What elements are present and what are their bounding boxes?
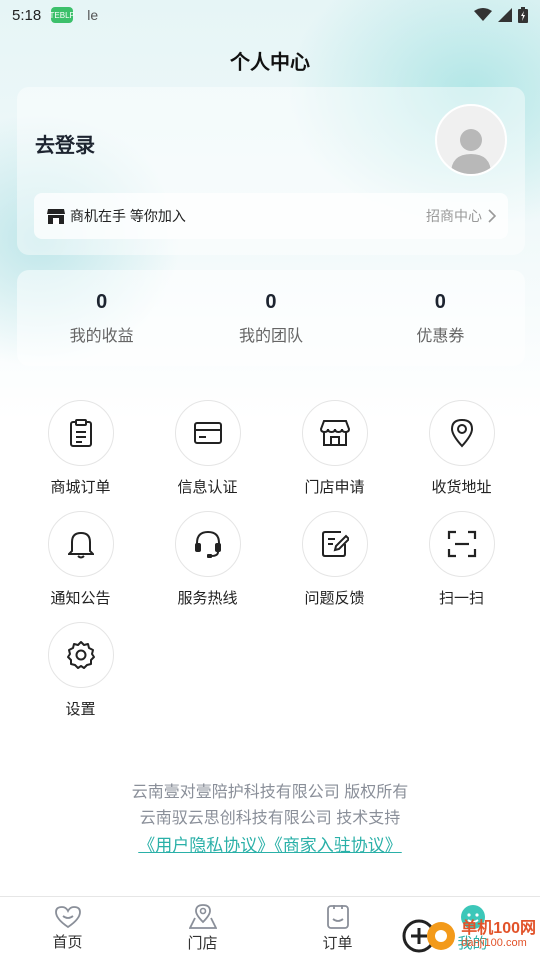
menu-label: 信息认证 [177,479,238,496]
stat-value: 0 [434,290,446,313]
agreement-links[interactable]: 《用户隐私协议》《商家入驻协议》 [0,832,540,860]
menu-label: 门店申请 [304,479,365,496]
stats-card: 0 我的收益 0 我的团队 0 优惠券 [17,270,525,366]
stat-label: 优惠券 [416,327,465,345]
menu-label: 设置 [65,701,96,718]
feedback-icon [301,511,368,577]
tab-home[interactable]: 首页 [0,897,135,960]
card-icon [174,400,241,466]
watermark: 单机100网 danji100.com [401,918,536,954]
tab-store[interactable]: 门店 [135,897,270,960]
menu-store-application[interactable]: 门店申请 [271,400,398,497]
support-text: 云南驭云思创科技有限公司 技术支持 [139,810,401,827]
menu-scan[interactable]: 扫一扫 [398,511,525,608]
menu-settings[interactable]: 设置 [17,622,144,719]
tab-orders[interactable]: 订单 [270,897,405,960]
store-icon [301,400,368,466]
menu-verification[interactable]: 信息认证 [144,400,271,497]
stat-label: 我的团队 [238,327,303,345]
tab-label: 首页 [52,934,83,951]
tab-label: 订单 [322,935,353,952]
chevron-right-icon [488,209,496,223]
menu-label: 商城订单 [50,479,111,496]
stat-value: 0 [96,290,108,313]
stat-coupons[interactable]: 0 优惠券 [356,270,525,366]
menu-label: 服务热线 [177,590,238,607]
user-placeholder-icon [451,129,491,174]
menu-feedback[interactable]: 问题反馈 [271,511,398,608]
footer: 云南壹对壹陪护科技有限公司 版权所有 云南驭云思创科技有限公司 技术支持 《用户… [0,780,540,860]
profile-card: 去登录 商机在手 等你加入 招商中心 [17,87,525,255]
menu-label: 收货地址 [431,479,492,496]
menu-notices[interactable]: 通知公告 [17,511,144,608]
menu-label: 扫一扫 [438,590,484,607]
battery-icon [518,7,528,23]
bell-icon [47,511,114,577]
login-link[interactable]: 去登录 [35,129,95,158]
stat-earnings[interactable]: 0 我的收益 [17,270,186,366]
tab-label: 门店 [187,935,218,952]
watermark-title: 单机100网 [461,920,536,937]
stat-team[interactable]: 0 我的团队 [186,270,355,366]
stat-label: 我的收益 [69,327,134,345]
stat-value: 0 [265,290,277,313]
merchant-slogan: 商机在手 等你加入 [70,208,186,224]
merchant-center-label: 招商中心 [426,208,482,224]
watermark-logo-icon [402,919,456,953]
menu-label: 问题反馈 [304,590,365,607]
location-icon [428,400,495,466]
gear-icon [47,622,114,688]
status-bar: 5:18 TEBLP le [0,0,540,30]
menu-service-hotline[interactable]: 服务热线 [144,511,271,608]
merchant-banner[interactable]: 商机在手 等你加入 招商中心 [34,193,508,239]
avatar[interactable] [435,104,507,176]
feature-grid: 商城订单 信息认证 门店申请 收货地址 通知公告 服务热线 问题反馈 扫一扫 设… [17,400,525,719]
app-badge-icon: TEBLP [50,7,75,23]
shop-icon [47,209,65,224]
signal-icon [498,8,512,22]
watermark-url: danji100.com [461,937,527,949]
merchant-center-link[interactable]: 招商中心 [426,206,496,226]
clipboard-icon [47,400,114,466]
menu-label: 通知公告 [50,590,111,607]
order-icon [326,905,349,929]
page-title: 个人中心 [230,52,310,74]
home-heart-icon [54,906,81,929]
scan-icon [428,511,495,577]
menu-mall-orders[interactable]: 商城订单 [17,400,144,497]
headset-icon [174,511,241,577]
carrier-label: le [87,7,99,23]
copyright-text: 云南壹对壹陪护科技有限公司 版权所有 [131,784,409,801]
menu-shipping-address[interactable]: 收货地址 [398,400,525,497]
wifi-icon [474,8,492,21]
status-time: 5:18 [12,6,42,24]
status-icons [474,7,528,23]
map-pin-icon [188,904,217,929]
